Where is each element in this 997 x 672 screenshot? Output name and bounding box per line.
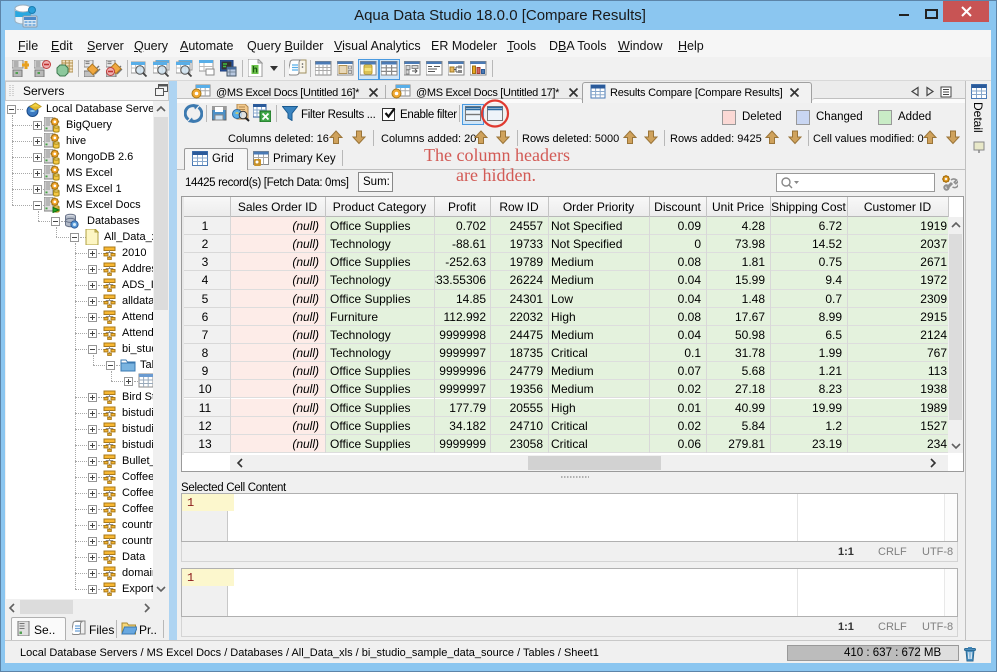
svg-text:h: h bbox=[252, 65, 258, 75]
